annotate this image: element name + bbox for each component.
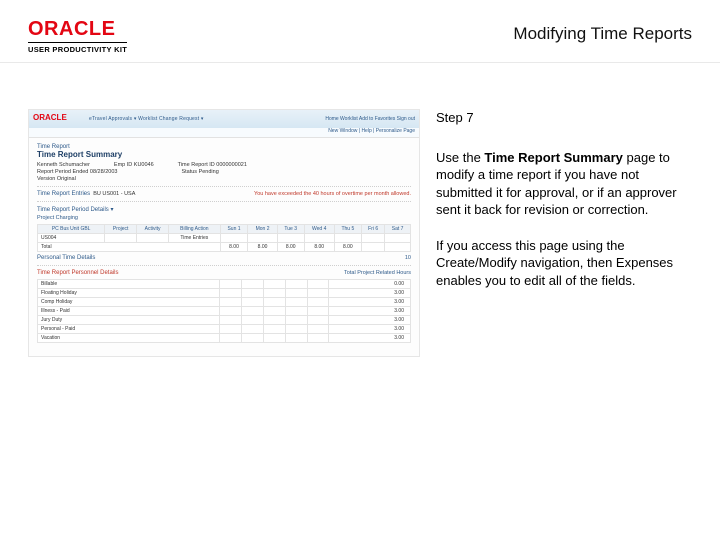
emp-id: KU0046 [134,162,154,168]
instruction-column: Step 7 Use the Time Report Summary page … [436,109,692,357]
table-row: Billable0.00 [38,280,411,289]
mini-oracle-logo: ORACLE [33,113,67,122]
app-top-right-menu: Home Worklist Add to Favorites Sign out [325,116,415,122]
personal-details-header: Personal Time Details [37,255,95,261]
table-row: US004 Time Entries [38,234,411,243]
time-report-title: Time Report Summary [37,150,411,159]
table-row-total: Total 8.00 8.00 8.00 8.00 8.00 [38,243,411,252]
app-screenshot: ORACLE eTravel Approvals ▾ Worklist Chan… [28,109,420,357]
th: PC Bus Unit GBL [38,225,105,234]
th: Sun 1 [220,225,248,234]
page-header: ORACLE USER PRODUCTIVITY KIT Modifying T… [0,0,720,60]
app-topbar: ORACLE eTravel Approvals ▾ Worklist Chan… [29,110,419,128]
total-hours-link: Total Project Related Hours [344,270,411,276]
personnel-details-header: Time Report Personnel Details [37,270,118,276]
oracle-logo-block: ORACLE USER PRODUCTIVITY KIT [28,18,127,54]
th: Mon 2 [248,225,277,234]
table-row: Floating Holiday3.00 [38,289,411,298]
table-row: Illness - Paid3.00 [38,307,411,316]
th: Billing Action [169,225,220,234]
policy-warning: You have exceeded the 40 hours of overti… [254,191,411,197]
period-label: Report Period Ended [37,169,88,175]
content-row: ORACLE eTravel Approvals ▾ Worklist Chan… [0,63,720,357]
tr-id: 0000000021 [216,162,247,168]
page-name-bold: Time Report Summary [484,150,622,165]
app-breadcrumb: New Window | Help | Personalize Page [29,128,419,138]
table-row: Comp Holiday3.00 [38,298,411,307]
amounts-table: Billable0.00 Floating Holiday3.00 Comp H… [37,279,411,343]
th: Thu 5 [334,225,361,234]
oracle-logo: ORACLE [28,18,127,41]
hours-badge: 10 [405,255,411,261]
step-label: Step 7 [436,109,692,127]
hours-table: PC Bus Unit GBL Project Activity Billing… [37,224,411,252]
page-title: Modifying Time Reports [513,18,692,44]
th: Sat 7 [385,225,411,234]
instruction-paragraph-2: If you access this page using the Create… [436,237,692,290]
policy-label: Time Report Entries [37,191,90,197]
policy-bu: BU US001 - USA [93,191,135,197]
tr-id-label: Time Report ID [178,162,215,168]
version-value: Original [57,176,76,182]
period-details-header: Time Report Period Details ▾ [37,206,411,213]
status-label: Status [181,169,197,175]
period-value: 08/28/2003 [90,169,118,175]
employee-name: Kenneth Schumacher [37,162,90,168]
app-top-menu: eTravel Approvals ▾ Worklist Change Requ… [89,116,204,122]
table-row: Vacation3.00 [38,334,411,343]
logo-subtitle: USER PRODUCTIVITY KIT [28,42,127,54]
status-value: Pending [199,169,219,175]
th: Wed 4 [304,225,334,234]
table-row: Jury Duty3.00 [38,316,411,325]
th: Tue 3 [277,225,304,234]
th: Fri 6 [362,225,385,234]
instruction-paragraph-1: Use the Time Report Summary page to modi… [436,149,692,219]
table-row: Personal - Paid3.00 [38,325,411,334]
th: Project [105,225,137,234]
project-charging-header: Project Charging [37,215,411,221]
th: Activity [137,225,169,234]
emp-id-label: Emp ID [114,162,132,168]
version-label: Version [37,176,55,182]
